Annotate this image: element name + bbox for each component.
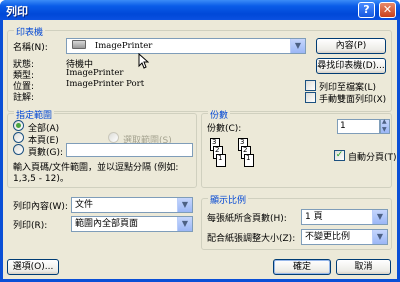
copies-label: 份數(C): <box>207 124 242 134</box>
range-pages-label[interactable]: 頁數(G): <box>28 145 63 158</box>
chevron-down-icon[interactable]: ▼ <box>290 39 305 53</box>
printer-name-label: 名稱(N): <box>13 43 48 53</box>
range-current-radio[interactable] <box>13 132 24 143</box>
close-icon: ✕ <box>382 3 393 16</box>
chevron-down-icon[interactable]: ▼ <box>177 217 192 231</box>
manual-duplex-label[interactable]: 手動雙面列印(X) <box>319 92 386 105</box>
cancel-button[interactable]: 取消 <box>336 259 391 275</box>
zoom-legend: 顯示比例 <box>208 193 249 206</box>
scale-select[interactable]: 不變更比例 ▼ <box>301 229 388 245</box>
window-title: 列印 <box>6 5 28 18</box>
print-scope-select[interactable]: 範圍內全部頁面 ▼ <box>71 216 193 232</box>
pages-per-sheet-value: 1 頁 <box>305 212 323 222</box>
print-dialog-window: 列印 ? ✕ 印表機 名稱(N): ImagePrinter ▼ 內容(P) 尋… <box>0 0 400 282</box>
collate-page-icon: 1 <box>216 154 226 167</box>
page-range-legend: 指定範圍 <box>14 108 55 121</box>
pages-per-sheet-label: 每張紙所含頁數(H): <box>207 214 287 224</box>
scale-label: 配合紙張調整大小(Z): <box>207 234 296 244</box>
chevron-down-icon[interactable]: ▼ <box>372 230 387 244</box>
print-scope-value: 範圍內全部頁面 <box>75 219 139 229</box>
pages-per-sheet-select[interactable]: 1 頁 ▼ <box>301 209 388 225</box>
copies-value: 1 <box>340 121 346 131</box>
manual-duplex-checkbox[interactable] <box>305 92 316 103</box>
print-scope-label: 列印(R): <box>13 221 48 231</box>
print-what-value: 文件 <box>75 200 94 210</box>
ok-button[interactable]: 確定 <box>273 259 331 275</box>
title-bar[interactable]: 列印 ? ✕ <box>0 0 400 20</box>
printer-name-select[interactable]: ImagePrinter ▼ <box>66 38 306 54</box>
range-pages-radio[interactable] <box>13 144 24 155</box>
collate-illustration: 3 2 1 3 2 1 <box>208 138 283 178</box>
collate-page-icon: 1 <box>244 154 254 167</box>
printer-name-value: ImagePrinter <box>94 41 153 51</box>
print-what-label: 列印內容(W): <box>13 202 68 212</box>
printer-group-legend: 印表機 <box>14 25 46 38</box>
range-all-radio[interactable] <box>13 120 24 131</box>
properties-button[interactable]: 內容(P) <box>316 38 386 54</box>
range-hint-line2: 1,3,5 - 12)。 <box>13 174 69 184</box>
type-value: ImagePrinter <box>66 68 124 78</box>
collate-label[interactable]: 自動分頁(T) <box>348 150 397 163</box>
options-button[interactable]: 選項(O)... <box>7 259 59 275</box>
copies-legend: 份數 <box>208 108 231 121</box>
print-what-select[interactable]: 文件 ▼ <box>71 197 193 213</box>
find-printer-button[interactable]: 尋找印表機(D)... <box>316 58 386 74</box>
copies-input[interactable]: 1 <box>337 119 380 134</box>
spinner-up-icon[interactable]: ▲ <box>382 118 387 125</box>
chevron-down-icon[interactable]: ▼ <box>177 198 192 212</box>
pages-input[interactable] <box>66 143 193 157</box>
mouse-cursor-icon <box>138 53 149 69</box>
help-button[interactable]: ? <box>358 2 375 18</box>
printer-icon <box>72 40 86 49</box>
help-icon: ? <box>363 3 370 16</box>
scale-value: 不變更比例 <box>305 232 351 242</box>
dialog-body: 印表機 名稱(N): ImagePrinter ▼ 內容(P) 尋找印表機(D)… <box>3 20 397 279</box>
copies-spinner[interactable]: ▲ ▼ <box>380 118 390 134</box>
close-button[interactable]: ✕ <box>379 2 396 18</box>
print-to-file-checkbox[interactable] <box>305 80 316 91</box>
spinner-down-icon[interactable]: ▼ <box>382 126 387 133</box>
comment-label: 註解: <box>13 93 35 103</box>
chevron-down-icon[interactable]: ▼ <box>372 210 387 224</box>
collate-checkbox[interactable]: ✓ <box>334 150 345 161</box>
range-selection-radio[interactable] <box>108 132 119 143</box>
where-value: ImagePrinter Port <box>66 79 145 89</box>
